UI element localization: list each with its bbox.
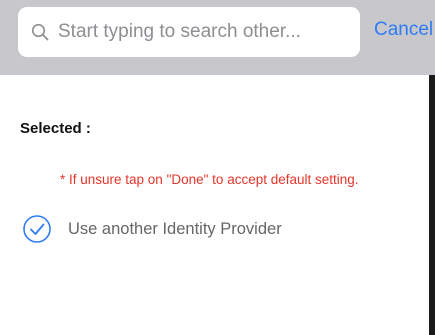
- cancel-button[interactable]: Cancel: [374, 19, 433, 41]
- option-label: Use another Identity Provider: [68, 219, 282, 238]
- search-bar: Cancel: [0, 0, 435, 75]
- selected-heading: Selected :: [20, 120, 91, 137]
- search-icon: [30, 22, 50, 42]
- search-input[interactable]: [58, 21, 348, 43]
- default-setting-hint: * If unsure tap on "Done" to accept defa…: [60, 172, 359, 187]
- option-use-another-identity-provider[interactable]: Use another Identity Provider: [22, 214, 282, 244]
- check-circle-icon: [22, 214, 52, 244]
- scroll-edge: [429, 75, 435, 335]
- search-field[interactable]: [18, 7, 360, 57]
